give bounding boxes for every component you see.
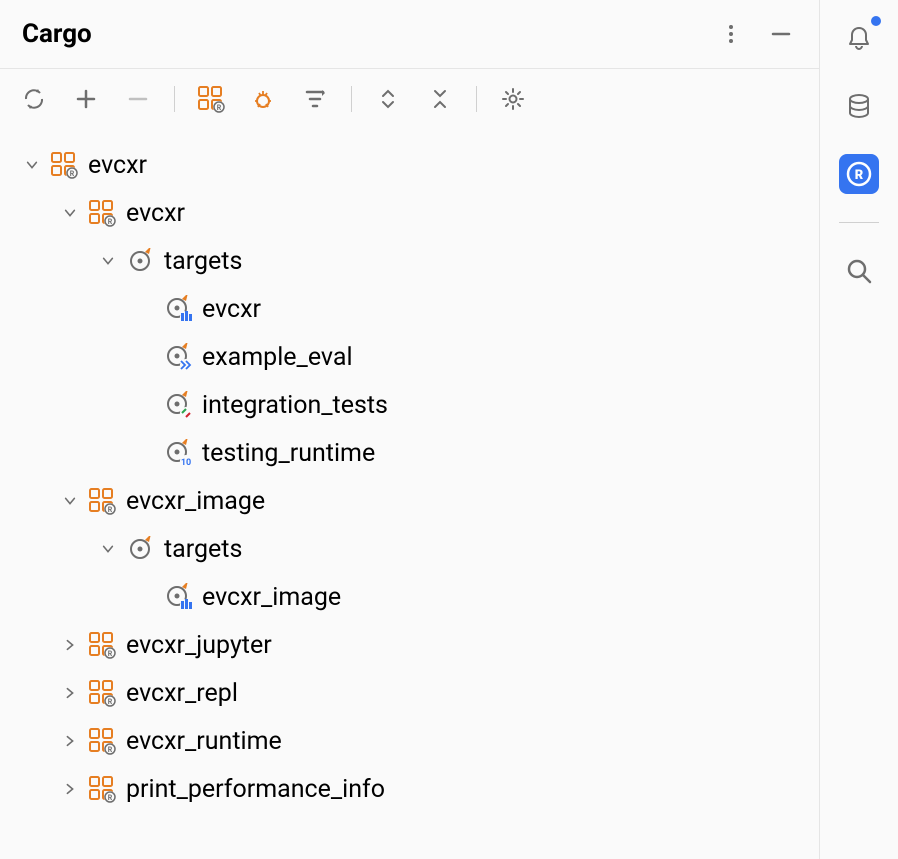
tree-label: evcxr_repl (126, 679, 238, 708)
search-icon[interactable] (839, 251, 879, 291)
tree-target-example[interactable]: example_eval (0, 333, 819, 381)
chevron-right-icon[interactable] (60, 779, 80, 799)
chevron-down-icon[interactable] (98, 251, 118, 271)
tree-label: evcxr_image (202, 583, 341, 612)
target-icon (126, 247, 154, 275)
toolbar-separator (174, 86, 175, 112)
tree-package-evcxr-runtime[interactable]: evcxr_runtime (0, 717, 819, 765)
settings-icon[interactable] (497, 83, 529, 115)
tree-label: targets (164, 535, 242, 564)
rust-icon[interactable]: R (839, 154, 879, 194)
toolbar-separator (351, 86, 352, 112)
refresh-icon[interactable] (18, 83, 50, 115)
toolbar-separator (476, 86, 477, 112)
chevron-down-icon[interactable] (60, 491, 80, 511)
expand-all-icon[interactable] (372, 83, 404, 115)
target-icon (126, 535, 154, 563)
crate-icon (88, 679, 116, 707)
right-sidebar: R (820, 0, 898, 859)
chevron-down-icon[interactable] (98, 539, 118, 559)
target-bench-icon (164, 439, 192, 467)
tree-label: evcxr (88, 151, 147, 180)
tree-root-evcxr[interactable]: evcxr (0, 141, 819, 189)
tree-label: evcxr (126, 199, 185, 228)
header-actions (715, 18, 797, 50)
tree-package-print-performance-info[interactable]: print_performance_info (0, 765, 819, 813)
target-lib-icon (164, 583, 192, 611)
tree-target-lib[interactable]: evcxr_image (0, 573, 819, 621)
toolbar (0, 69, 819, 129)
target-lib-icon (164, 295, 192, 323)
chevron-down-icon[interactable] (60, 203, 80, 223)
tree-label: targets (164, 247, 242, 276)
tree-package-evcxr[interactable]: evcxr (0, 189, 819, 237)
crate-icon (88, 199, 116, 227)
cargo-tree: evcxr evcxr targets evcxr example_eval (0, 129, 819, 813)
tree-package-evcxr-repl[interactable]: evcxr_repl (0, 669, 819, 717)
crate-icon (88, 631, 116, 659)
chevron-right-icon[interactable] (60, 683, 80, 703)
crate-icon (88, 487, 116, 515)
chevron-right-icon[interactable] (60, 635, 80, 655)
tree-targets-folder[interactable]: targets (0, 237, 819, 285)
tree-targets-folder[interactable]: targets (0, 525, 819, 573)
crate-icon (88, 775, 116, 803)
tree-label: evcxr_jupyter (126, 631, 272, 660)
tree-label: print_performance_info (126, 775, 385, 804)
add-icon[interactable] (70, 83, 102, 115)
hide-icon[interactable] (765, 18, 797, 50)
svg-text:R: R (855, 168, 864, 183)
tree-label: evcxr_runtime (126, 727, 282, 756)
tree-label: evcxr (202, 295, 261, 324)
target-test-icon (164, 391, 192, 419)
remove-icon[interactable] (122, 83, 154, 115)
filter-icon[interactable] (299, 83, 331, 115)
tree-label: example_eval (202, 343, 353, 372)
crate-icon (50, 151, 78, 179)
crate-icon (88, 727, 116, 755)
bug-icon[interactable] (247, 83, 279, 115)
cargo-tool-window: Cargo (0, 0, 820, 859)
tree-label: integration_tests (202, 391, 388, 420)
database-icon[interactable] (839, 86, 879, 126)
tree-target-bench[interactable]: testing_runtime (0, 429, 819, 477)
panel-title: Cargo (22, 19, 92, 49)
tree-label: evcxr_image (126, 487, 265, 516)
tree-target-lib[interactable]: evcxr (0, 285, 819, 333)
target-example-icon (164, 343, 192, 371)
chevron-down-icon[interactable] (22, 155, 42, 175)
tree-label: testing_runtime (202, 439, 375, 468)
notifications-icon[interactable] (839, 18, 879, 58)
tree-package-evcxr-image[interactable]: evcxr_image (0, 477, 819, 525)
panel-header: Cargo (0, 0, 819, 69)
chevron-right-icon[interactable] (60, 731, 80, 751)
group-modules-icon[interactable] (195, 83, 227, 115)
sidebar-separator (839, 222, 879, 223)
options-icon[interactable] (715, 18, 747, 50)
tree-package-evcxr-jupyter[interactable]: evcxr_jupyter (0, 621, 819, 669)
collapse-all-icon[interactable] (424, 83, 456, 115)
tree-target-test[interactable]: integration_tests (0, 381, 819, 429)
